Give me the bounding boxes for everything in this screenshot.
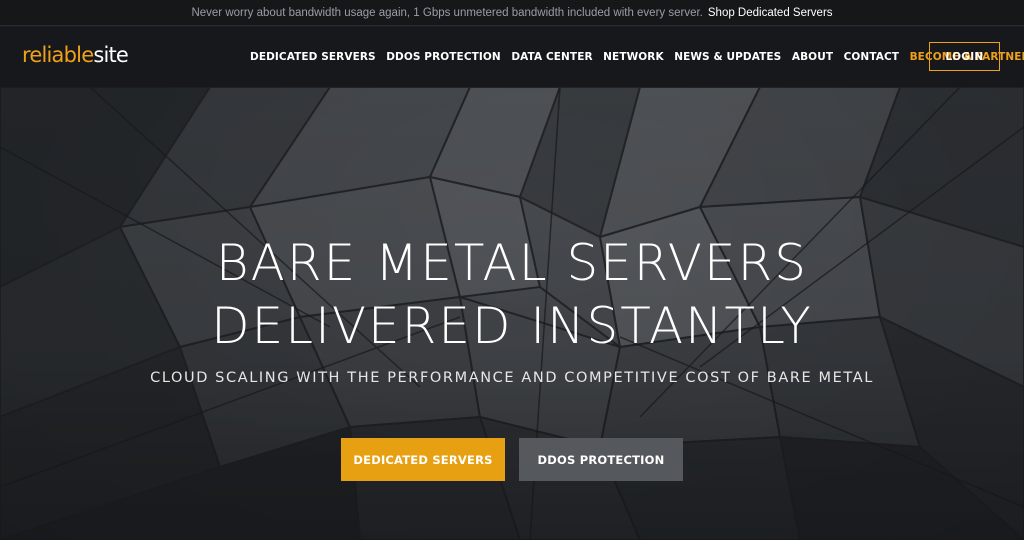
site-header: reliablesite DEDICATED SERVERS DDOS PROT…	[0, 27, 1024, 87]
announcement-text: Never worry about bandwidth usage again,…	[191, 6, 703, 19]
logo-part-a: reliable	[22, 43, 94, 67]
nav-ddos-protection[interactable]: DDOS PROTECTION	[386, 51, 501, 63]
main-nav: DEDICATED SERVERS DDOS PROTECTION DATA C…	[250, 27, 1024, 87]
dedicated-servers-button[interactable]: DEDICATED SERVERS	[341, 438, 505, 481]
logo[interactable]: reliablesite	[22, 43, 129, 67]
hero-headline-line-1: BARE METAL SERVERS	[215, 234, 809, 292]
announcement-bar: Never worry about bandwidth usage again,…	[0, 0, 1024, 26]
ddos-protection-button[interactable]: DDOS PROTECTION	[519, 438, 683, 481]
shop-dedicated-servers-link[interactable]: Shop Dedicated Servers	[708, 7, 833, 19]
logo-part-b: site	[93, 43, 129, 67]
hero-headline-line-2: DELIVERED INSTANTLY	[211, 297, 813, 355]
nav-contact[interactable]: CONTACT	[844, 51, 899, 63]
hero-subheadline: CLOUD SCALING WITH THE PERFORMANCE AND C…	[150, 370, 874, 386]
login-button[interactable]: LOGIN	[929, 42, 1000, 71]
nav-about[interactable]: ABOUT	[792, 51, 833, 63]
hero-section: BARE METAL SERVERS DELIVERED INSTANTLY C…	[0, 87, 1024, 540]
nav-network[interactable]: NETWORK	[603, 51, 664, 63]
nav-dedicated-servers[interactable]: DEDICATED SERVERS	[250, 51, 376, 63]
nav-news-updates[interactable]: NEWS & UPDATES	[674, 51, 781, 63]
nav-data-center[interactable]: DATA CENTER	[511, 51, 592, 63]
